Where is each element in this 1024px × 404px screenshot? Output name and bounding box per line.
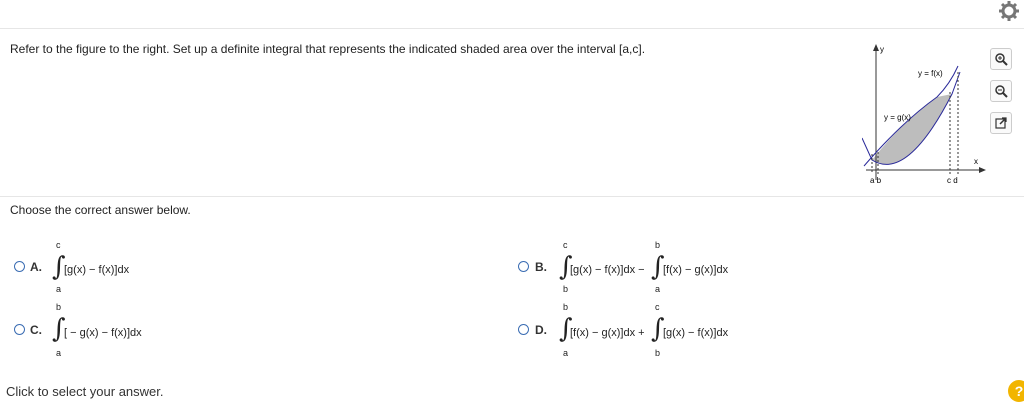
integrand: [g(x) − f(x)]dx xyxy=(663,327,729,339)
option-c-label: C. xyxy=(30,323,42,337)
integrand: [f(x) − g(x)]dx xyxy=(663,264,729,276)
lower-limit: b xyxy=(563,284,569,294)
lower-limit: a xyxy=(563,348,569,358)
zoom-in-icon[interactable] xyxy=(990,48,1012,70)
lower-limit: b xyxy=(655,348,661,358)
x-axis-label: x xyxy=(974,157,978,166)
top-divider xyxy=(0,28,1024,29)
option-a-label: A. xyxy=(30,260,42,274)
f-label: y = f(x) xyxy=(918,69,943,78)
upper-limit: c xyxy=(56,240,61,250)
g-label: y = g(x) xyxy=(884,113,911,122)
option-d-label: D. xyxy=(535,323,547,337)
question-text: Refer to the figure to the right. Set up… xyxy=(10,42,646,56)
tick-labels-cd: c d xyxy=(947,176,958,185)
gear-icon[interactable] xyxy=(998,0,1020,22)
footer-instruction: Click to select your answer. xyxy=(6,384,164,399)
upper-limit: b xyxy=(655,240,661,250)
radio-a[interactable] xyxy=(14,261,25,272)
upper-limit: b xyxy=(563,302,569,312)
radio-d[interactable] xyxy=(518,324,529,335)
radio-c[interactable] xyxy=(14,324,25,335)
y-axis-label: y xyxy=(880,45,884,54)
upper-limit: c xyxy=(655,302,660,312)
radio-b[interactable] xyxy=(518,261,529,272)
prompt-text: Choose the correct answer below. xyxy=(10,203,191,217)
figure-tools xyxy=(990,44,1016,144)
integrand: [f(x) − g(x)]dx + xyxy=(570,327,645,339)
popout-icon[interactable] xyxy=(990,112,1012,134)
tick-labels-ab: a b xyxy=(870,176,882,185)
option-b-label: B. xyxy=(535,260,547,274)
upper-limit: c xyxy=(563,240,568,250)
upper-limit: b xyxy=(56,302,62,312)
lower-limit: a xyxy=(655,284,661,294)
lower-limit: a xyxy=(56,348,62,358)
help-icon[interactable]: ? xyxy=(1008,380,1024,402)
lower-limit: a xyxy=(56,284,62,294)
shaded-area xyxy=(872,94,952,165)
mid-divider xyxy=(0,196,1024,197)
integrand: [g(x) − f(x)]dx xyxy=(64,264,130,276)
integrand: [g(x) − f(x)]dx − xyxy=(570,264,645,276)
area-figure: y x y = f(x) y = g(x) a b c d xyxy=(862,44,986,185)
zoom-out-icon[interactable] xyxy=(990,80,1012,102)
integrand: [ − g(x) − f(x)]dx xyxy=(64,327,142,339)
